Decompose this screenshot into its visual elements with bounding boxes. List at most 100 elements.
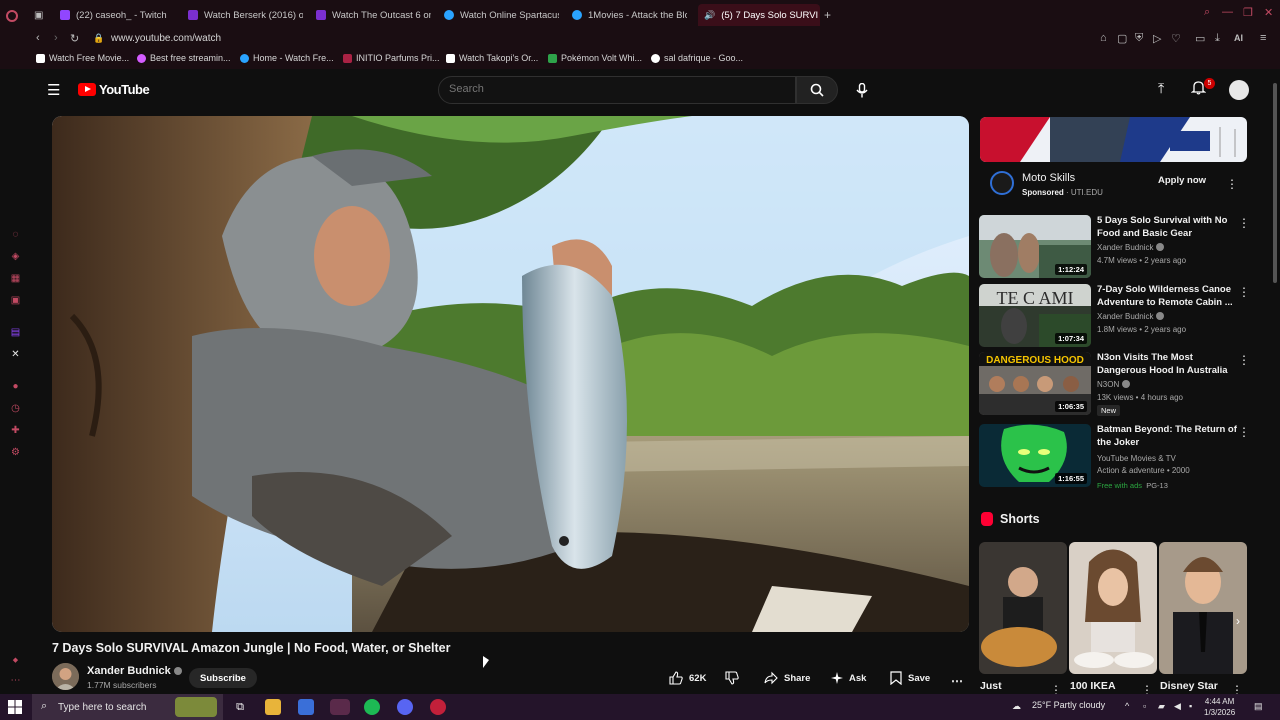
sidebar-crypto-icon[interactable]: ◈ — [10, 251, 21, 262]
play-icon[interactable]: ▷ — [1153, 32, 1161, 45]
browser-tab[interactable]: Watch Online Spartacus: I — [444, 4, 559, 26]
more-actions-icon[interactable]: ⋯ — [951, 672, 963, 690]
wallet-icon[interactable]: ▭ — [1195, 32, 1205, 45]
opera-menu-icon[interactable] — [6, 5, 18, 27]
ad-more-icon[interactable]: ⋮ — [1226, 178, 1238, 190]
store-icon[interactable] — [298, 699, 314, 715]
bookmark-item[interactable]: Best free streamin... — [137, 53, 231, 63]
browser-tab[interactable]: (22) caseoh_ - Twitch — [60, 4, 180, 26]
tray-app-icon[interactable]: ▫ — [1143, 701, 1146, 711]
search-input[interactable] — [439, 77, 795, 101]
short-thumbnail[interactable] — [1069, 542, 1157, 674]
spotify-icon[interactable] — [364, 699, 380, 715]
forward-icon[interactable]: › — [54, 32, 58, 44]
browser-tab-active[interactable]: 🔊 (5) 7 Days Solo SURVI — [698, 4, 820, 26]
save-button[interactable]: Save — [890, 669, 930, 687]
recommended-video[interactable]: DANGEROUS HOOD 1:06:35 N3on Visits The M… — [979, 352, 1250, 416]
sidebar-gx-icon[interactable]: ◆ — [10, 655, 21, 666]
minimize-icon[interactable]: — — [1222, 6, 1233, 18]
channel-name[interactable]: Xander Budnick — [87, 665, 182, 677]
sidebar-x-icon[interactable]: ✕ — [10, 349, 21, 360]
short-thumbnail[interactable] — [979, 542, 1067, 674]
heart-icon[interactable]: ♡ — [1171, 32, 1181, 45]
video-more-icon[interactable]: ⋮ — [1238, 354, 1250, 366]
sidebar-aria-icon[interactable]: ◌ — [10, 229, 21, 240]
bookmark-item[interactable]: sal dafrique - Goo... — [651, 53, 743, 63]
video-more-icon[interactable]: ⋮ — [1238, 217, 1250, 229]
network-icon[interactable]: ▰ — [1158, 701, 1165, 712]
back-icon[interactable]: ‹ — [36, 32, 40, 44]
app-icon[interactable] — [430, 699, 446, 715]
upload-icon[interactable]: ⤒ — [1158, 80, 1164, 97]
youtube-logo[interactable]: YouTube — [78, 82, 150, 97]
browser-tab[interactable]: Watch The Outcast 6 onli — [316, 4, 431, 26]
short-title[interactable]: 100 IKEA — [1070, 680, 1116, 692]
url-field[interactable]: www.youtube.com/watch — [111, 33, 221, 44]
account-avatar[interactable] — [1229, 80, 1249, 100]
bookmark-item[interactable]: Watch Free Movie... — [36, 53, 129, 63]
snapshot-icon[interactable]: ▢ — [1117, 32, 1127, 45]
channel-name[interactable]: N3ON — [1097, 380, 1131, 389]
dislike-button[interactable] — [725, 669, 739, 687]
video-thumbnail[interactable]: 1:12:24 — [979, 215, 1091, 278]
ai-button[interactable]: AI — [1234, 33, 1243, 43]
short-title[interactable]: Just — [980, 680, 1002, 692]
video-title[interactable]: 7-Day Solo Wilderness Canoe Adventure to… — [1097, 284, 1237, 309]
ad-brand-logo[interactable] — [990, 171, 1014, 195]
sidebar-settings-icon[interactable]: ⚙ — [10, 447, 21, 458]
ask-button[interactable]: Ask — [831, 669, 866, 687]
bookmark-item[interactable]: Home - Watch Fre... — [240, 53, 334, 63]
close-icon[interactable]: ✕ — [1264, 6, 1273, 19]
recommended-video[interactable]: 1:12:24 5 Days Solo Survival with No Foo… — [979, 215, 1250, 279]
sidebar-twitch-icon[interactable]: ▤ — [10, 327, 21, 338]
bookmark-item[interactable]: Pokémon Volt Whi... — [548, 53, 642, 63]
opera-gx-taskbar-icon[interactable] — [330, 699, 350, 715]
like-button[interactable]: 62K — [669, 669, 706, 687]
sidebar-music-icon[interactable]: ▣ — [10, 295, 21, 306]
volume-icon[interactable]: ◀ — [1174, 701, 1181, 712]
bookmark-item[interactable]: Watch Takopi's Or... — [446, 53, 538, 63]
windows-start-icon[interactable] — [8, 700, 22, 714]
taskbar-search[interactable]: ⌕ Type here to search — [32, 694, 223, 720]
sidebar-spotify-icon[interactable]: ● — [10, 381, 21, 392]
subscribe-button[interactable]: Subscribe — [189, 668, 257, 688]
ad-title[interactable]: Moto Skills — [1022, 172, 1075, 184]
channel-name[interactable]: Xander Budnick — [1097, 312, 1165, 321]
video-title[interactable]: Batman Beyond: The Return of the Joker — [1097, 424, 1237, 449]
ad-banner[interactable] — [980, 117, 1247, 162]
voice-search-button[interactable] — [848, 76, 876, 104]
short-title[interactable]: Disney Star — [1160, 680, 1218, 692]
recommended-video[interactable]: 1:16:55 Batman Beyond: The Return of the… — [979, 424, 1250, 490]
bookmark-item[interactable]: INITIO Parfums Pri... — [343, 53, 440, 63]
video-more-icon[interactable]: ⋮ — [1238, 426, 1250, 438]
language-icon[interactable]: ▪ — [1189, 701, 1192, 711]
video-thumbnail[interactable]: 1:16:55 — [979, 424, 1091, 487]
channel-name[interactable]: YouTube Movies & TV — [1097, 454, 1176, 463]
menu-icon[interactable]: ≡ — [1260, 32, 1266, 44]
video-player[interactable] — [52, 116, 969, 632]
video-title[interactable]: 5 Days Solo Survival with No Food and Ba… — [1097, 215, 1237, 240]
tray-chevron-icon[interactable]: ^ — [1125, 701, 1129, 711]
channel-name[interactable]: Xander Budnick — [1097, 243, 1165, 252]
video-thumbnail[interactable]: TE C AMI 1:07:34 — [979, 284, 1091, 347]
weather-widget[interactable]: 25°F Partly cloudy — [1032, 700, 1105, 710]
video-more-icon[interactable]: ⋮ — [1238, 286, 1250, 298]
page-scrollbar[interactable] — [1270, 69, 1280, 694]
recommended-video[interactable]: TE C AMI 1:07:34 7-Day Solo Wilderness C… — [979, 284, 1250, 348]
maximize-icon[interactable]: ❐ — [1243, 6, 1253, 19]
reload-icon[interactable]: ↻ — [70, 32, 79, 45]
shorts-next-icon[interactable]: › — [1236, 614, 1240, 628]
file-explorer-icon[interactable] — [265, 699, 281, 715]
browser-tab[interactable]: 1Movies - Attack the Block — [572, 4, 687, 26]
sidebar-game-icon[interactable]: ▦ — [10, 273, 21, 284]
sidebar-history-icon[interactable]: ◷ — [10, 403, 21, 414]
browser-tab[interactable]: Watch Berserk (2016) onli — [188, 4, 303, 26]
download-icon[interactable]: ⤓ — [1215, 32, 1220, 45]
hamburger-menu-icon[interactable]: ☰ — [47, 81, 60, 99]
sidebar-more-icon[interactable]: ⋯ — [10, 675, 21, 686]
notification-center-icon[interactable]: ▤ — [1254, 701, 1263, 712]
video-title[interactable]: N3on Visits The Most Dangerous Hood In A… — [1097, 352, 1237, 378]
search-button[interactable] — [796, 76, 838, 104]
short-thumbnail[interactable] — [1159, 542, 1247, 674]
apply-now-button[interactable]: Apply now — [1150, 175, 1214, 191]
